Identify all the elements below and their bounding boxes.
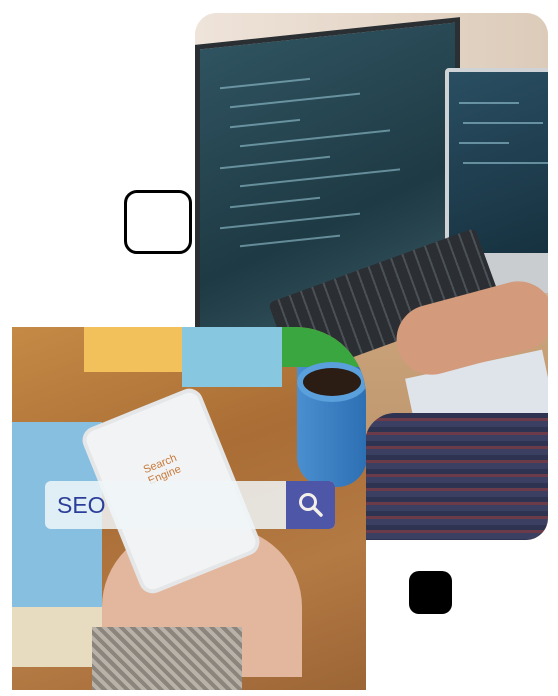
- blue-box: [182, 327, 282, 387]
- sleeve: [365, 413, 548, 540]
- code-line: [459, 142, 509, 144]
- black-square-decoration: [409, 571, 452, 614]
- code-line: [230, 118, 300, 129]
- shirt-sleeve: [92, 627, 242, 690]
- code-line: [230, 92, 360, 109]
- code-line: [220, 155, 330, 170]
- seo-search-bar: SEO: [45, 481, 335, 529]
- code-line: [240, 129, 390, 148]
- code-line: [230, 196, 320, 209]
- search-icon: [298, 493, 323, 517]
- coffee-cup-top: [297, 362, 366, 402]
- search-text: SEO: [57, 492, 106, 518]
- outline-square-decoration: [124, 190, 192, 254]
- code-line: [220, 77, 310, 90]
- code-line: [220, 212, 360, 230]
- code-line: [240, 168, 400, 188]
- green-box: [282, 327, 366, 367]
- seo-phone-photo: Search Engine SEO: [12, 327, 366, 690]
- code-line: [459, 102, 519, 104]
- yellow-box: [84, 327, 184, 372]
- search-button: [286, 481, 335, 529]
- code-line: [463, 162, 548, 164]
- code-line: [463, 122, 543, 124]
- code-line: [240, 234, 340, 248]
